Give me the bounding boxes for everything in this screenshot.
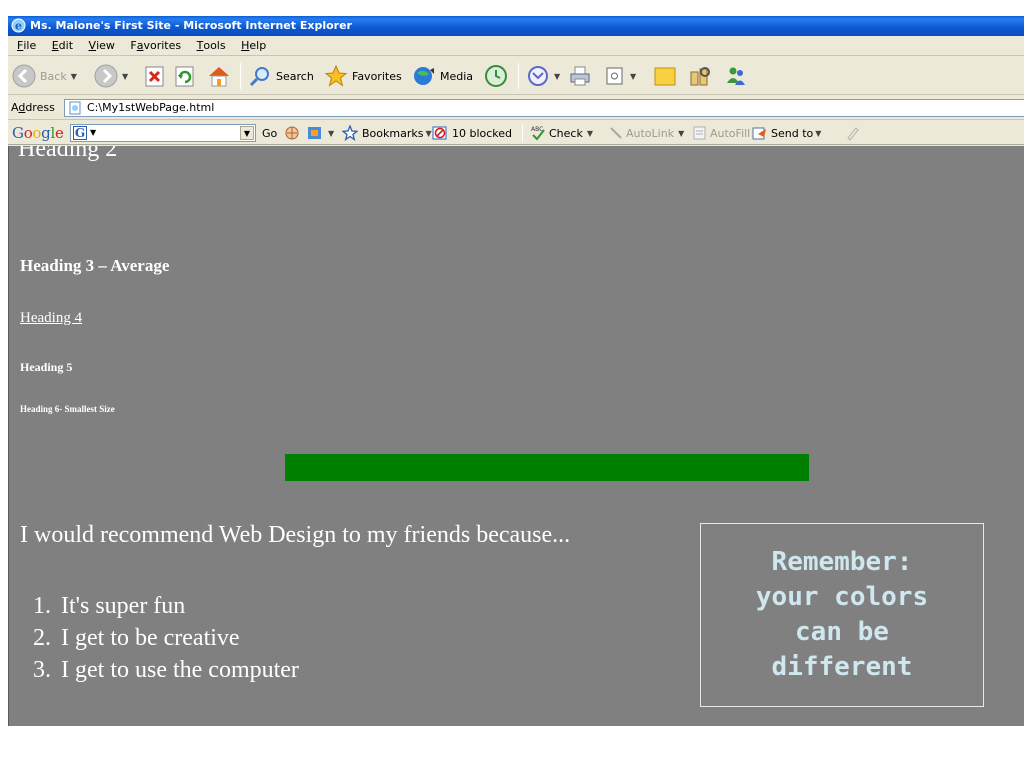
home-button[interactable] <box>206 61 232 91</box>
autolink-button[interactable]: AutoLink ▼ <box>608 124 684 142</box>
reminder-text: Remember: your colors can be different <box>755 547 929 682</box>
edit-dropdown-icon[interactable]: ▼ <box>630 72 636 81</box>
menu-help[interactable]: Help <box>235 36 272 56</box>
heading-2: Heading 2 <box>18 146 118 162</box>
stop-icon <box>144 64 166 88</box>
title-bar[interactable]: e Ms. Malone's First Site - Microsoft In… <box>8 16 1024 36</box>
highlight-button[interactable] <box>844 124 860 142</box>
search-history-dropdown-icon[interactable]: ▼ <box>240 126 254 140</box>
bookmarks-button[interactable]: Bookmarks ▼ <box>342 124 432 142</box>
edit-button[interactable]: ▼ <box>604 61 636 91</box>
forward-arrow-icon <box>94 64 118 88</box>
heading-4: Heading 4 <box>20 310 83 326</box>
recommend-paragraph: I would recommend Web Design to my frien… <box>20 522 571 548</box>
discuss-button[interactable] <box>652 61 678 91</box>
address-bar: Address C:\My1stWebPage.html <box>8 96 1024 120</box>
browser-window: e Ms. Malone's First Site - Microsoft In… <box>8 16 1024 726</box>
messenger-button[interactable] <box>724 61 748 91</box>
google-search-input[interactable]: G ▼ ▼ <box>70 124 256 142</box>
back-button[interactable]: Back ▼ <box>12 61 77 91</box>
google-logo[interactable]: Google <box>12 124 64 142</box>
horizontal-rule-bar <box>285 454 809 481</box>
page-info-button[interactable]: ▼ <box>306 124 334 142</box>
search-site-button[interactable] <box>284 124 302 142</box>
printer-icon <box>568 64 592 88</box>
messenger-icon <box>724 64 748 88</box>
bookmarks-dropdown-icon: ▼ <box>425 128 432 138</box>
search-button[interactable]: Search <box>248 61 314 91</box>
send-to-button[interactable]: Send to ▼ <box>752 124 821 142</box>
menu-view[interactable]: View <box>83 36 121 56</box>
heading-6: Heading 6- Smallest Size <box>20 404 115 414</box>
search-site-icon <box>284 125 302 141</box>
address-field[interactable]: C:\My1stWebPage.html <box>64 99 1024 117</box>
favorites-button[interactable]: Favorites <box>324 61 402 91</box>
edit-page-icon <box>604 64 626 88</box>
highlighter-icon <box>844 125 860 141</box>
google-toolbar: Google G ▼ ▼ Go ▼ Bookmarks ▼ 10 blocked… <box>8 121 1024 145</box>
spell-check-icon: ABC <box>530 125 546 141</box>
list-item: 2. I get to be creative <box>33 625 240 651</box>
mail-button[interactable]: ▼ <box>526 61 560 91</box>
menu-tools[interactable]: Tools <box>191 36 232 56</box>
autolink-dropdown-icon: ▼ <box>678 128 685 138</box>
google-g-icon: G <box>73 126 87 140</box>
list-item: 1. It's super fun <box>33 593 186 619</box>
reminder-callout: Remember: your colors can be different <box>700 523 984 707</box>
send-to-dropdown-icon: ▼ <box>815 128 822 138</box>
back-arrow-icon <box>12 64 36 88</box>
standard-toolbar: Back ▼ ▼ Search Favorites Media ▼ ▼ <box>8 57 1024 95</box>
menu-favorites[interactable]: Favorites <box>124 36 187 56</box>
stop-button[interactable] <box>144 61 166 91</box>
folder-note-icon <box>652 64 678 88</box>
popup-blocked-icon <box>432 125 448 141</box>
reasons-list: 1. It's super fun 2. I get to be creativ… <box>33 590 299 686</box>
back-dropdown-icon[interactable]: ▼ <box>71 72 77 81</box>
refresh-icon <box>174 64 196 88</box>
menu-bar: File Edit View Favorites Tools Help <box>8 36 1024 56</box>
history-icon <box>484 64 508 88</box>
page-viewport: Heading 2 Heading 3 – Average Heading 4 … <box>8 146 1024 726</box>
page-info-icon <box>306 125 324 141</box>
heading-5: Heading 5 <box>20 360 73 374</box>
history-button[interactable] <box>484 61 508 91</box>
forward-button[interactable]: ▼ <box>94 61 128 91</box>
address-value: C:\My1stWebPage.html <box>87 101 215 114</box>
page-icon <box>68 101 82 115</box>
autofill-icon <box>692 125 708 141</box>
search-icon <box>248 64 272 88</box>
research-icon <box>688 64 712 88</box>
page-info-dropdown-icon[interactable]: ▼ <box>328 129 334 138</box>
media-button[interactable]: Media <box>412 61 473 91</box>
window-title: Ms. Malone's First Site - Microsoft Inte… <box>30 19 352 32</box>
google-go-button[interactable]: Go <box>262 124 277 142</box>
refresh-button[interactable] <box>174 61 196 91</box>
google-g-dropdown-icon[interactable]: ▼ <box>90 128 96 137</box>
spell-check-button[interactable]: ABC Check ▼ <box>530 124 593 142</box>
forward-dropdown-icon[interactable]: ▼ <box>122 72 128 81</box>
star-icon <box>324 64 348 88</box>
check-dropdown-icon: ▼ <box>586 128 593 138</box>
autofill-button[interactable]: AutoFill <box>692 124 750 142</box>
media-icon <box>412 64 436 88</box>
mail-icon <box>526 64 550 88</box>
menu-file[interactable]: File <box>11 36 42 56</box>
mail-dropdown-icon[interactable]: ▼ <box>554 72 560 81</box>
address-label: Address <box>11 101 55 114</box>
list-item: 3. I get to use the computer <box>33 657 299 683</box>
popup-blocker-button[interactable]: 10 blocked <box>432 124 512 142</box>
send-to-icon <box>752 125 768 141</box>
print-button[interactable] <box>568 61 592 91</box>
home-icon <box>206 64 232 88</box>
research-button[interactable] <box>688 61 712 91</box>
svg-text:e: e <box>15 20 22 33</box>
menu-edit[interactable]: Edit <box>46 36 79 56</box>
autolink-wand-icon <box>608 125 624 141</box>
star-outline-icon <box>342 125 358 141</box>
heading-3: Heading 3 – Average <box>20 256 170 275</box>
internet-explorer-icon: e <box>11 18 26 33</box>
